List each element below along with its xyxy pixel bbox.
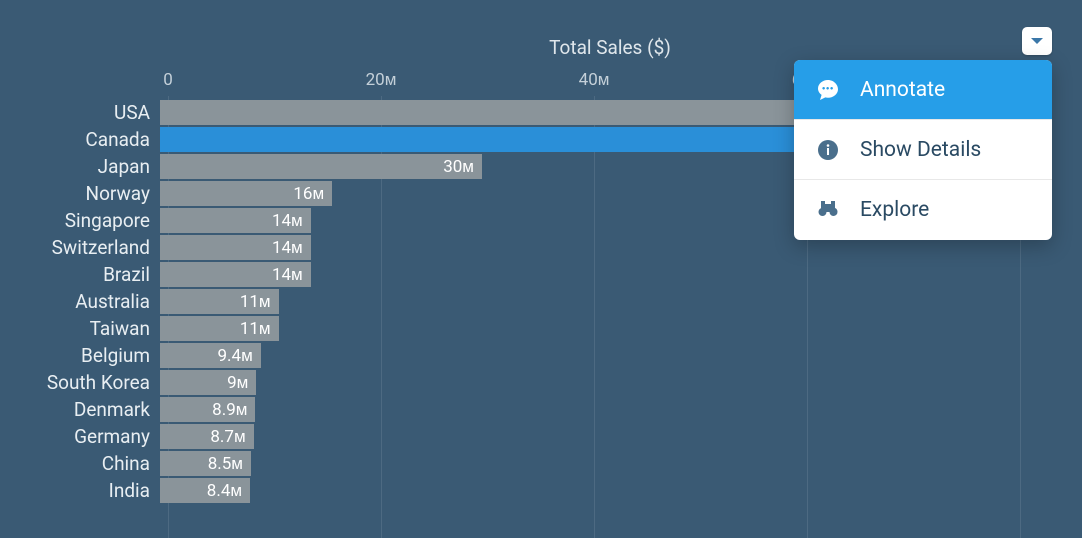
bar-fill: 8.7ᴍ (160, 424, 254, 449)
bar-label: Belgium (0, 344, 160, 367)
bar-label: China (0, 452, 160, 475)
menu-item-annotate[interactable]: Annotate (794, 60, 1052, 120)
bar-value: 16ᴍ (293, 184, 324, 204)
bar-label: USA (0, 101, 160, 124)
bar-label: Germany (0, 425, 160, 448)
menu-label: Annotate (860, 78, 945, 102)
bar-row[interactable]: Taiwan 11ᴍ (0, 316, 1052, 341)
menu-item-show-details[interactable]: Show Details (794, 120, 1052, 180)
comment-icon (814, 76, 842, 104)
bar-row[interactable]: Australia 11ᴍ (0, 289, 1052, 314)
chart-actions-menu: Annotate Show Details Explore (794, 60, 1052, 240)
bar-value: 9.4ᴍ (218, 346, 253, 366)
bar-row[interactable]: South Korea 9ᴍ (0, 370, 1052, 395)
bar-value: 11ᴍ (240, 319, 271, 339)
bar-fill: 14ᴍ (160, 262, 311, 287)
bar-label: South Korea (0, 371, 160, 394)
bar-label: Brazil (0, 263, 160, 286)
bar-row[interactable]: Germany 8.7ᴍ (0, 424, 1052, 449)
bar-value: 8.5ᴍ (208, 454, 243, 474)
bar-value: 14ᴍ (272, 238, 303, 258)
bar-row[interactable]: Denmark 8.9ᴍ (0, 397, 1052, 422)
x-tick-2: 40ᴍ (579, 70, 610, 90)
bar-fill: 11ᴍ (160, 289, 279, 314)
info-icon (814, 136, 842, 164)
binoculars-icon (814, 196, 842, 224)
bar-fill: 8.9ᴍ (160, 397, 255, 422)
bar-label: Norway (0, 182, 160, 205)
chart-title: Total Sales ($) (168, 36, 1052, 59)
bar-value: 8.7ᴍ (210, 427, 245, 447)
bar-label: Australia (0, 290, 160, 313)
bar-label: Switzerland (0, 236, 160, 259)
bar-row[interactable]: Brazil 14ᴍ (0, 262, 1052, 287)
bar-fill: 14ᴍ (160, 208, 311, 233)
bar-fill: 9ᴍ (160, 370, 256, 395)
menu-item-explore[interactable]: Explore (794, 180, 1052, 240)
bar-value: 30ᴍ (443, 157, 474, 177)
chart-actions-toggle[interactable] (1022, 27, 1052, 55)
x-tick-0: 0 (163, 70, 173, 90)
menu-label: Show Details (860, 138, 981, 162)
bar-fill: 8.5ᴍ (160, 451, 251, 476)
menu-label: Explore (860, 198, 929, 222)
bar-fill: 9.4ᴍ (160, 343, 261, 368)
bar-label: Taiwan (0, 317, 160, 340)
bar-fill: 8.4ᴍ (160, 478, 250, 503)
bar-value: 8.4ᴍ (207, 481, 242, 501)
bar-value: 11ᴍ (240, 292, 271, 312)
bar-label: Canada (0, 128, 160, 151)
bar-fill: 14ᴍ (160, 235, 311, 260)
bar-value: 9ᴍ (227, 373, 248, 393)
x-tick-1: 20ᴍ (366, 70, 397, 90)
bar-row[interactable]: India 8.4ᴍ (0, 478, 1052, 503)
caret-down-icon (1030, 36, 1044, 46)
bar-fill: 16ᴍ (160, 181, 332, 206)
bar-value: 8.9ᴍ (212, 400, 247, 420)
bar-label: India (0, 479, 160, 502)
bar-label: Singapore (0, 209, 160, 232)
bar-label: Japan (0, 155, 160, 178)
bar-value: 14ᴍ (272, 211, 303, 231)
bar-fill: 30ᴍ (160, 154, 482, 179)
bar-row[interactable]: Belgium 9.4ᴍ (0, 343, 1052, 368)
bar-label: Denmark (0, 398, 160, 421)
bar-fill: 11ᴍ (160, 316, 279, 341)
bar-value: 14ᴍ (272, 265, 303, 285)
bar-row[interactable]: China 8.5ᴍ (0, 451, 1052, 476)
